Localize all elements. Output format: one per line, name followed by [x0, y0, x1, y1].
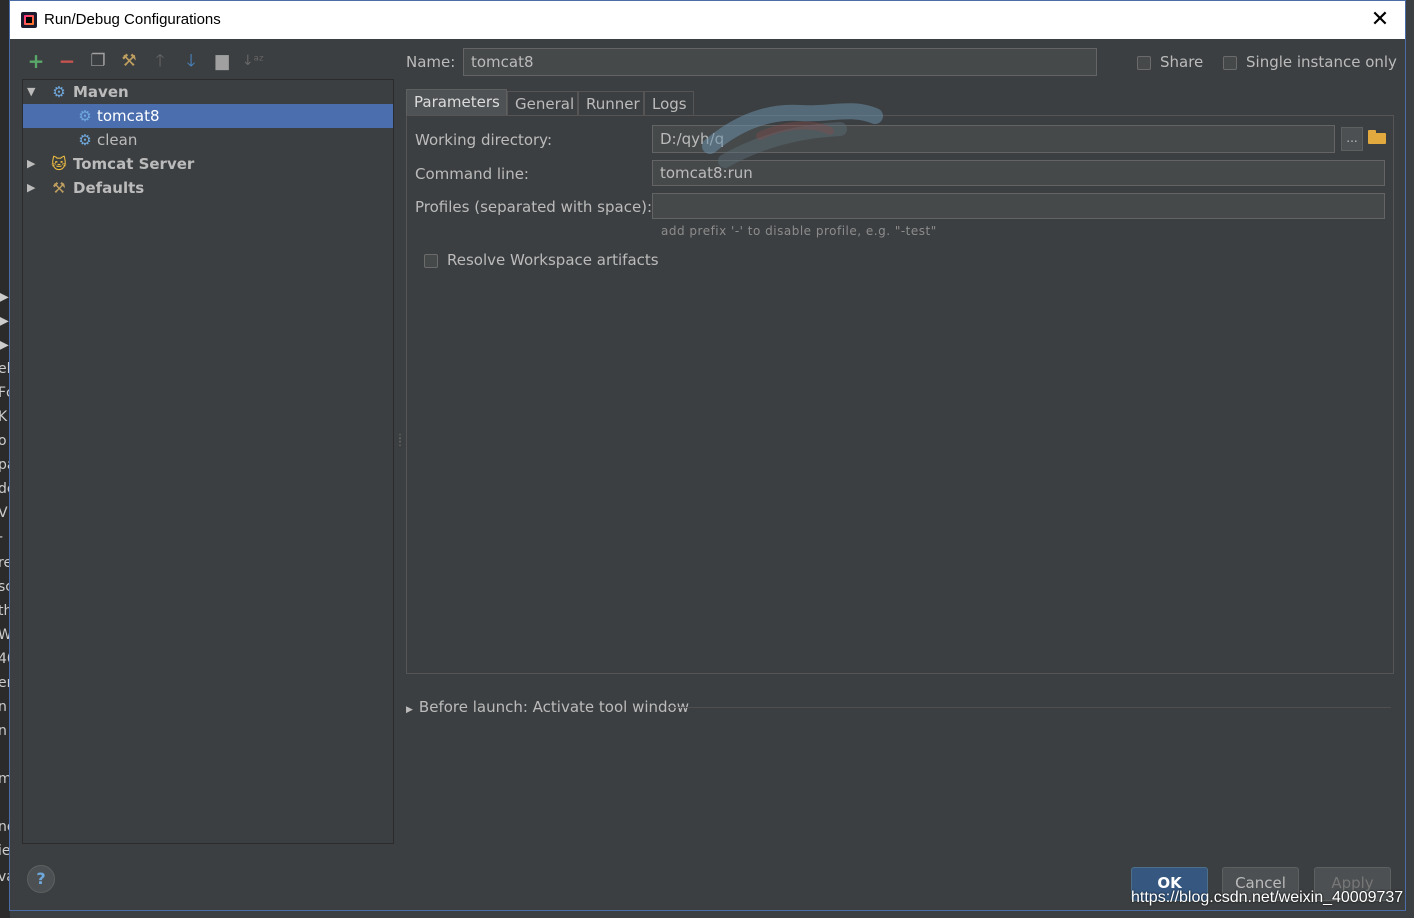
edit-defaults-icon[interactable]: ⚒: [117, 49, 141, 73]
tree-node-label: Maven: [73, 83, 129, 101]
background-char: -: [0, 530, 3, 544]
profiles-label: Profiles (separated with space):: [415, 198, 653, 216]
maven-gear-icon: ⚙: [78, 107, 92, 125]
working-directory-field[interactable]: D:/qyh/q: [652, 125, 1335, 153]
command-line-label: Command line:: [415, 165, 529, 183]
background-char: n: [0, 723, 7, 739]
maven-gear-icon: ⚙: [52, 83, 66, 101]
tree-node-label: Defaults: [73, 179, 145, 197]
working-directory-label: Working directory:: [415, 131, 553, 149]
browse-button[interactable]: ...: [1341, 127, 1363, 151]
name-label: Name:: [406, 53, 456, 71]
tree-node-defaults[interactable]: ▶ ⚒ Defaults: [23, 176, 393, 200]
tree-node-label: Tomcat Server: [73, 155, 195, 173]
run-debug-dialog: Run/Debug Configurations ✕ + − ❐ ⚒ 🡑 🡓 ▆…: [9, 0, 1406, 911]
before-launch-label: Before launch: Activate tool window: [418, 698, 690, 716]
close-icon[interactable]: ✕: [1367, 7, 1393, 33]
collapsed-arrow-icon: ▶: [27, 157, 36, 170]
share-label: Share: [1160, 53, 1204, 71]
splitter-handle[interactable]: ⋮ ⋮: [395, 434, 405, 455]
collapsed-arrow-icon: ▶: [27, 181, 36, 194]
resolve-workspace-checkbox[interactable]: [424, 254, 438, 268]
background-char: V: [0, 505, 8, 521]
watermark-text: https://blog.csdn.net/weixin_40009737: [1131, 889, 1404, 906]
single-instance-checkbox[interactable]: [1223, 56, 1237, 70]
copy-icon[interactable]: ❐: [86, 49, 110, 73]
move-down-icon[interactable]: 🡓: [179, 49, 203, 73]
background-char: o: [0, 433, 7, 449]
expanded-arrow-icon: ▼: [27, 85, 36, 98]
tree-node-label: tomcat8: [97, 107, 160, 125]
wrench-icon: ⚒: [52, 179, 66, 197]
add-icon[interactable]: +: [24, 49, 48, 73]
tab-logs[interactable]: Logs: [644, 91, 694, 115]
tab-parameters[interactable]: Parameters: [406, 89, 507, 116]
maven-gear-icon: ⚙: [78, 131, 92, 149]
separator-line: [666, 707, 1391, 708]
share-checkbox[interactable]: [1137, 56, 1151, 70]
background-char: n: [0, 699, 7, 715]
tab-general[interactable]: General: [507, 91, 578, 115]
background-char: ▶: [0, 289, 9, 305]
remove-icon[interactable]: −: [55, 49, 79, 73]
tree-node-tomcat8[interactable]: ⚙ tomcat8: [23, 104, 393, 128]
name-field[interactable]: tomcat8: [463, 48, 1097, 76]
background-char: ▶: [0, 313, 9, 329]
profiles-field[interactable]: [652, 193, 1385, 219]
before-launch-toggle[interactable]: ▶ Before launch: Activate tool window: [406, 698, 689, 716]
collapsed-arrow-icon: ▶: [406, 705, 413, 715]
window-title: Run/Debug Configurations: [44, 11, 221, 28]
background-char: ▶: [0, 337, 9, 353]
move-up-icon[interactable]: 🡑: [148, 49, 172, 73]
folder-browse-icon[interactable]: [1368, 130, 1386, 144]
intellij-app-icon: [21, 12, 37, 28]
parameters-panel: Working directory: D:/qyh/q ... Command …: [406, 115, 1394, 674]
tree-node-maven[interactable]: ▼ ⚙ Maven: [23, 80, 393, 104]
configuration-tree: ▼ ⚙ Maven ⚙ tomcat8 ⚙ clean ▶ 🐱 Tomcat S…: [22, 79, 394, 844]
help-button[interactable]: ?: [27, 865, 55, 893]
tomcat-icon: 🐱: [51, 155, 67, 173]
command-line-field[interactable]: tomcat8:run: [652, 160, 1385, 186]
tree-node-tomcat-server[interactable]: ▶ 🐱 Tomcat Server: [23, 152, 393, 176]
background-char: K: [0, 409, 8, 425]
single-instance-label: Single instance only: [1246, 53, 1397, 71]
title-bar: Run/Debug Configurations ✕: [10, 1, 1405, 39]
tree-node-label: clean: [97, 131, 138, 149]
resolve-workspace-label: Resolve Workspace artifacts: [447, 251, 659, 269]
sort-icon[interactable]: ↓ᵃᶻ: [241, 49, 265, 73]
tree-node-clean[interactable]: ⚙ clean: [23, 128, 393, 152]
profiles-hint: add prefix '-' to disable profile, e.g. …: [661, 224, 937, 238]
tab-runner[interactable]: Runner: [578, 91, 644, 115]
folder-icon[interactable]: ▆: [210, 49, 234, 73]
